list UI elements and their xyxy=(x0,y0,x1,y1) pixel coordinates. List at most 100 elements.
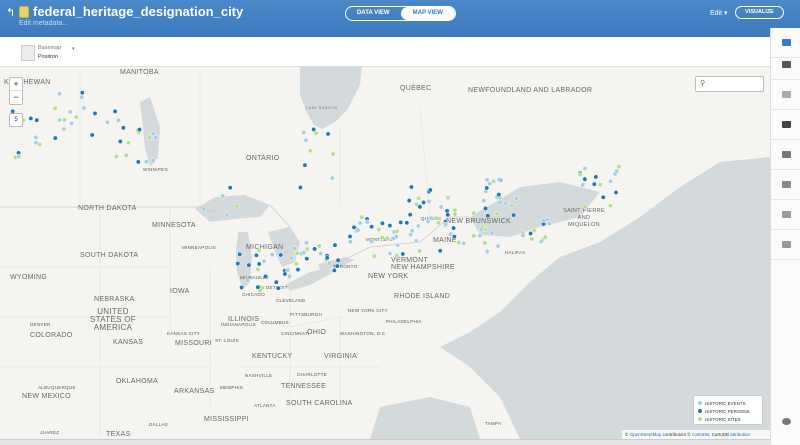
map-point[interactable] xyxy=(295,267,301,273)
map-point[interactable] xyxy=(313,130,319,136)
map-point[interactable] xyxy=(330,151,336,157)
map-point[interactable] xyxy=(81,105,87,111)
map-point[interactable] xyxy=(478,227,484,233)
map-point[interactable] xyxy=(79,90,85,96)
map-point[interactable] xyxy=(376,227,382,232)
map-point[interactable] xyxy=(426,198,432,204)
map-point[interactable] xyxy=(471,233,477,239)
map-point[interactable] xyxy=(608,178,613,184)
map-point[interactable] xyxy=(427,187,433,193)
map-point[interactable] xyxy=(416,195,422,201)
map-point[interactable] xyxy=(547,221,552,227)
map-point[interactable] xyxy=(425,219,431,224)
map-point[interactable] xyxy=(327,260,332,266)
map-point[interactable] xyxy=(256,247,262,253)
map-point[interactable] xyxy=(484,249,490,254)
sidebar-wizard-button[interactable] xyxy=(771,80,800,110)
map-point[interactable] xyxy=(347,239,353,245)
map-point[interactable] xyxy=(61,126,67,132)
map-point[interactable] xyxy=(57,91,62,97)
map-point[interactable] xyxy=(331,267,337,273)
map-point[interactable] xyxy=(593,174,599,180)
map-point[interactable] xyxy=(117,138,123,144)
sidebar-chart-button[interactable] xyxy=(771,230,800,260)
map-point[interactable] xyxy=(316,243,322,249)
map-point[interactable] xyxy=(304,240,309,246)
map-point[interactable] xyxy=(471,210,477,216)
tab-data-view[interactable]: DATA VIEW xyxy=(346,7,401,20)
map-point[interactable] xyxy=(614,168,620,174)
map-point[interactable] xyxy=(531,227,537,233)
map-point[interactable] xyxy=(538,239,544,244)
map-point[interactable] xyxy=(311,126,317,132)
map-point[interactable] xyxy=(137,127,142,133)
map-point[interactable] xyxy=(304,246,310,252)
map-point[interactable] xyxy=(114,154,119,159)
sidebar-infowindow-button[interactable] xyxy=(771,140,800,170)
map-point[interactable] xyxy=(496,177,502,183)
map-point[interactable] xyxy=(285,267,291,273)
map-point[interactable] xyxy=(445,195,451,201)
map-point[interactable] xyxy=(484,185,490,191)
sidebar-help-button[interactable] xyxy=(771,406,800,436)
map-search-box[interactable]: ⚲ xyxy=(695,76,764,92)
map-point[interactable] xyxy=(312,246,318,252)
map-point[interactable] xyxy=(451,234,457,240)
map-point[interactable] xyxy=(303,137,309,143)
map-point[interactable] xyxy=(580,182,586,188)
edit-menu[interactable]: Edit ▾ xyxy=(710,9,728,17)
map-point[interactable] xyxy=(355,227,361,233)
map-point[interactable] xyxy=(297,185,303,190)
map-point[interactable] xyxy=(456,240,462,246)
map-point[interactable] xyxy=(404,220,410,226)
map-point[interactable] xyxy=(112,108,118,114)
map-point[interactable] xyxy=(301,250,307,256)
map-point[interactable] xyxy=(126,140,132,146)
map-point[interactable] xyxy=(407,212,413,218)
map-point[interactable] xyxy=(528,231,534,236)
sidebar-legend-button[interactable] xyxy=(771,170,800,200)
map-point[interactable] xyxy=(246,262,252,268)
map-point[interactable] xyxy=(541,217,547,223)
map-point[interactable] xyxy=(417,248,423,254)
map-point[interactable] xyxy=(443,221,449,227)
map-point[interactable] xyxy=(143,159,149,165)
map-point[interactable] xyxy=(371,253,377,259)
chevron-down-icon[interactable]: ▾ xyxy=(72,46,75,52)
map-point[interactable] xyxy=(153,135,159,141)
map-point[interactable] xyxy=(324,255,330,261)
map-point[interactable] xyxy=(302,162,308,168)
map-point[interactable] xyxy=(150,131,156,137)
map-point[interactable] xyxy=(263,273,268,279)
map-point[interactable] xyxy=(318,251,323,256)
map-point[interactable] xyxy=(52,135,58,141)
map-point[interactable] xyxy=(89,132,95,138)
map-point[interactable] xyxy=(364,219,370,225)
map-point[interactable] xyxy=(485,213,491,219)
map-point[interactable] xyxy=(234,203,240,209)
map-point[interactable] xyxy=(301,130,307,135)
map-point[interactable] xyxy=(16,154,22,159)
map-point[interactable] xyxy=(484,177,490,183)
map-point[interactable] xyxy=(104,119,110,125)
map-point[interactable] xyxy=(291,245,297,251)
map-point[interactable] xyxy=(529,236,535,242)
map-point[interactable] xyxy=(591,181,597,187)
map-point[interactable] xyxy=(335,257,341,263)
map-point[interactable] xyxy=(437,248,443,254)
map-point[interactable] xyxy=(438,204,444,210)
map-point[interactable] xyxy=(495,243,501,249)
map-point[interactable] xyxy=(509,203,514,208)
map-point[interactable] xyxy=(436,220,442,226)
map-point[interactable] xyxy=(332,242,338,248)
map-point[interactable] xyxy=(79,94,85,100)
map-point[interactable] xyxy=(413,238,419,244)
map-point[interactable] xyxy=(444,208,450,214)
map-point[interactable] xyxy=(487,181,493,187)
attribution-link[interactable]: attribution xyxy=(730,432,750,437)
map-point[interactable] xyxy=(494,211,500,217)
map-point[interactable] xyxy=(497,199,503,205)
map-point[interactable] xyxy=(409,228,415,234)
map-point[interactable] xyxy=(239,285,245,290)
dataset-title[interactable]: federal_heritage_designation_city xyxy=(33,4,243,19)
